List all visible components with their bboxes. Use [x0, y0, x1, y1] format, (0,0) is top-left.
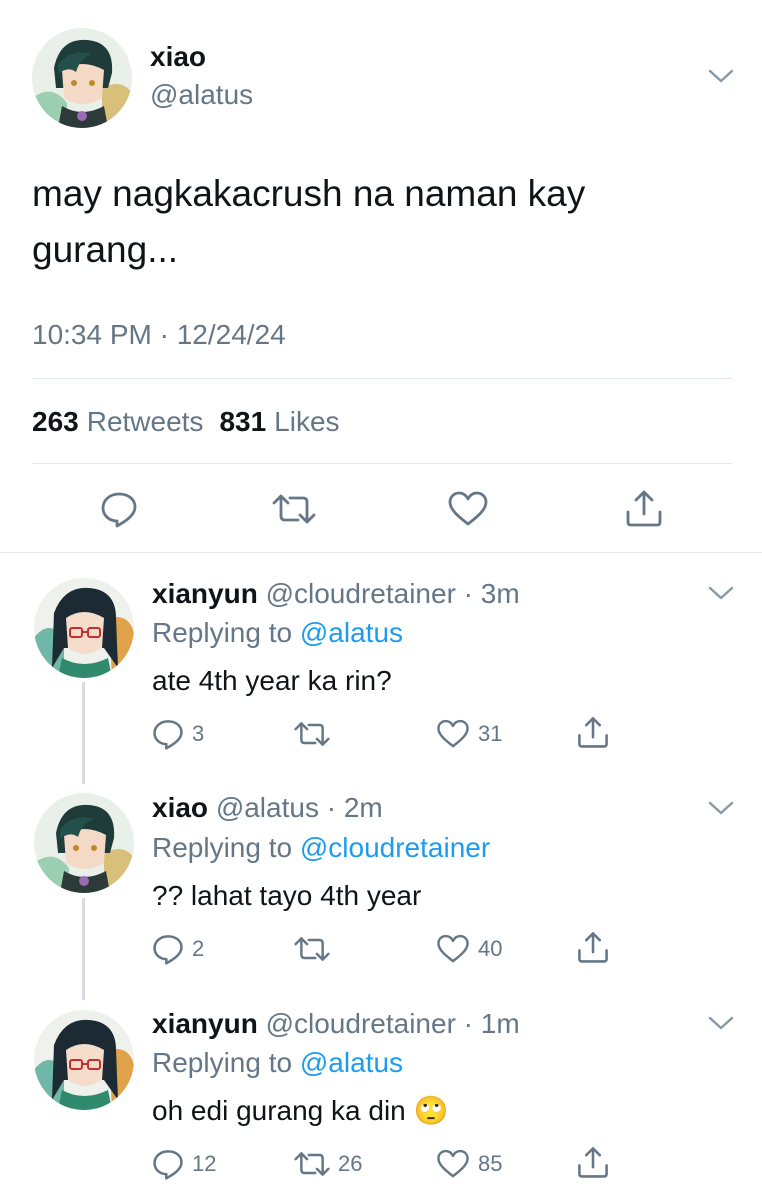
retweet-icon: [294, 722, 330, 746]
retweets-label: Retweets: [86, 406, 204, 437]
avatar[interactable]: [34, 578, 134, 678]
reply-icon: [153, 935, 183, 965]
eye-roll-emoji: 🙄: [413, 1095, 449, 1126]
like-icon: [437, 719, 469, 748]
share-icon: [578, 1147, 608, 1178]
handle-time[interactable]: @cloudretainer · 3m: [266, 578, 520, 609]
replying-prefix: Replying to: [152, 1047, 293, 1078]
display-name[interactable]: xiao: [150, 40, 206, 74]
share-button[interactable]: [576, 1145, 610, 1179]
avatar-image: [34, 578, 134, 678]
replying-to-link[interactable]: @alatus: [300, 617, 403, 648]
reply-icon: [153, 1150, 183, 1180]
reply-button[interactable]: 3: [152, 718, 204, 750]
chevron-down-icon[interactable]: [708, 800, 734, 816]
reply-text: ?? lahat tayo 4th year: [152, 880, 422, 911]
replying-to: Replying to @alatus: [152, 1046, 403, 1080]
like-icon: [437, 1149, 469, 1178]
divider: [32, 378, 732, 379]
reply-text: oh edi gurang ka din 🙄: [152, 1094, 449, 1128]
likes-label: Likes: [274, 406, 340, 437]
share-icon: [626, 490, 662, 527]
retweet-count: 26: [338, 1151, 363, 1176]
avatar[interactable]: [34, 1010, 134, 1110]
tweet-text: may nagkakacrush na naman kay gurang...: [32, 166, 585, 278]
reply-icon: [101, 492, 137, 528]
timestamp[interactable]: 10:34 PM · 12/24/24: [32, 318, 286, 352]
likes-stat[interactable]: 831 Likes: [219, 405, 339, 439]
avatar[interactable]: [32, 28, 132, 128]
reply-button[interactable]: 2: [152, 933, 204, 965]
reply-header: xiao @alatus · 2m: [152, 791, 383, 825]
display-name[interactable]: xianyun: [152, 1008, 258, 1039]
chevron-down-icon[interactable]: [708, 68, 734, 84]
like-icon: [448, 491, 488, 526]
reply-count: 2: [192, 936, 205, 961]
likes-count: 831: [219, 406, 267, 437]
avatar[interactable]: [34, 793, 134, 893]
reply-count: 3: [192, 721, 205, 746]
chevron-down-icon[interactable]: [708, 585, 734, 601]
like-button[interactable]: 31: [436, 719, 502, 749]
retweets-count: 263: [32, 406, 79, 437]
like-count: 40: [478, 936, 503, 961]
reply-button[interactable]: [100, 490, 138, 528]
avatar-image: [34, 1010, 134, 1110]
like-icon: [437, 934, 469, 963]
avatar-image: [34, 793, 134, 893]
retweets-stat[interactable]: 263 Retweets: [32, 405, 203, 439]
retweet-button[interactable]: 26: [294, 1150, 362, 1178]
reply-header: xianyun @cloudretainer · 3m: [152, 577, 520, 611]
avatar-image: [32, 28, 132, 128]
reply-icon: [153, 720, 183, 750]
replying-to: Replying to @alatus: [152, 616, 403, 650]
tweet-text-line: gurang...: [32, 229, 179, 270]
handle-time[interactable]: @cloudretainer · 1m: [266, 1008, 520, 1039]
chevron-down-icon[interactable]: [708, 1015, 734, 1031]
reply-text-content: oh edi gurang ka din: [152, 1095, 406, 1126]
thread-line: [82, 682, 85, 784]
share-button[interactable]: [576, 930, 610, 964]
tweet-text-line: may nagkakacrush na naman kay: [32, 173, 586, 214]
reply-header: xianyun @cloudretainer · 1m: [152, 1007, 520, 1041]
like-button[interactable]: 85: [436, 1149, 502, 1179]
share-button[interactable]: [624, 488, 664, 528]
display-name[interactable]: xianyun: [152, 578, 258, 609]
like-count: 85: [478, 1151, 503, 1176]
replying-to-link[interactable]: @cloudretainer: [300, 832, 490, 863]
share-button[interactable]: [576, 715, 610, 749]
engagement-stats: 263 Retweets 831 Likes: [32, 405, 340, 439]
replying-prefix: Replying to: [152, 832, 293, 863]
like-count: 31: [478, 721, 503, 746]
replying-prefix: Replying to: [152, 617, 293, 648]
reply-text: ate 4th year ka rin?: [152, 665, 392, 696]
retweet-button[interactable]: [294, 720, 338, 748]
handle-time[interactable]: @alatus · 2m: [216, 792, 383, 823]
like-button[interactable]: [447, 491, 489, 527]
share-icon: [578, 932, 608, 963]
reply-count: 12: [192, 1151, 217, 1176]
retweet-icon: [294, 1152, 330, 1176]
reply-button[interactable]: 12: [152, 1148, 216, 1180]
divider: [0, 552, 762, 553]
retweet-icon: [294, 937, 330, 961]
retweet-button[interactable]: [294, 935, 338, 963]
retweet-button[interactable]: [272, 492, 316, 526]
handle[interactable]: @alatus: [150, 78, 253, 112]
replying-to: Replying to @cloudretainer: [152, 831, 490, 865]
display-name[interactable]: xiao: [152, 792, 208, 823]
divider: [32, 463, 732, 464]
replying-to-link[interactable]: @alatus: [300, 1047, 403, 1078]
retweet-icon: [272, 494, 316, 524]
share-icon: [578, 717, 608, 748]
thread-line: [82, 898, 85, 1000]
like-button[interactable]: 40: [436, 934, 502, 964]
